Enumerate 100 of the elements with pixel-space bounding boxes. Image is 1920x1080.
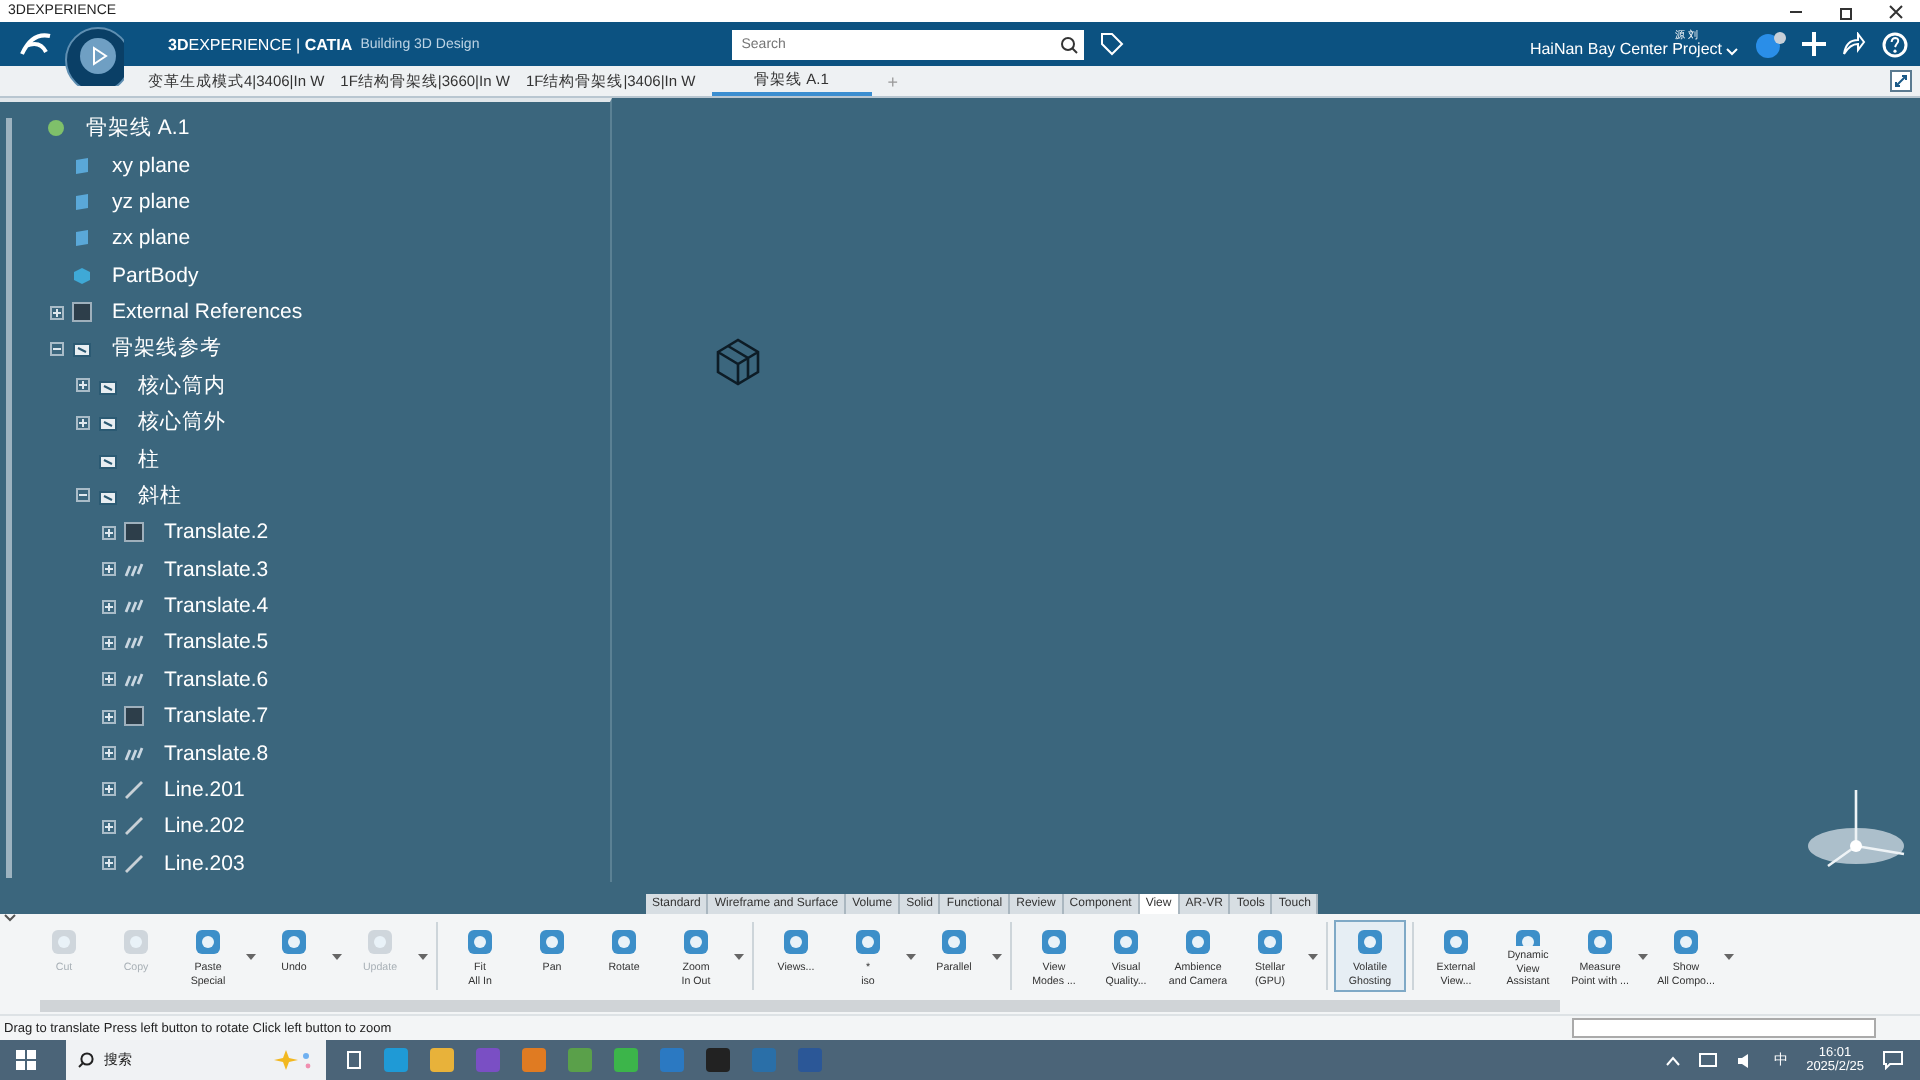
caret-icon[interactable]	[332, 953, 342, 959]
windows-icon[interactable]	[16, 1050, 36, 1070]
tree-item[interactable]: yz plane	[112, 189, 191, 214]
tool-icon	[1110, 926, 1142, 958]
body-icon	[72, 265, 92, 286]
expand-toggle-icon[interactable]	[102, 782, 116, 797]
add-icon[interactable]	[1802, 32, 1826, 56]
tool-icon	[1584, 926, 1616, 958]
tool-icon	[1512, 926, 1544, 947]
plane-icon	[72, 191, 92, 212]
tool-icon	[1670, 926, 1702, 958]
caret-icon[interactable]	[1638, 953, 1648, 959]
tree-item[interactable]: 核心筒外	[138, 408, 226, 437]
restore-icon[interactable]	[1838, 3, 1854, 19]
tool-icon	[608, 926, 640, 958]
network-icon[interactable]	[1698, 1051, 1719, 1069]
collapse-toggle-icon[interactable]	[50, 341, 64, 356]
tool-icon	[1354, 926, 1386, 958]
caret-icon[interactable]	[4, 914, 16, 922]
line-icon	[124, 779, 144, 800]
translate-icon	[124, 559, 144, 580]
caret-icon[interactable]	[992, 953, 1002, 959]
tree-item[interactable]: 柱	[138, 445, 160, 474]
tree-item[interactable]: Line.201	[164, 777, 245, 802]
translate-icon	[124, 596, 144, 617]
caret-icon[interactable]	[1308, 953, 1318, 959]
line-icon	[124, 853, 144, 874]
command-field[interactable]	[1572, 1018, 1876, 1038]
expand-toggle-icon[interactable]	[76, 415, 90, 430]
tree-item[interactable]: Line.203	[164, 851, 245, 876]
tree-item[interactable]: Translate.8	[164, 741, 269, 766]
help-icon[interactable]	[1882, 31, 1908, 57]
scrollbar[interactable]	[6, 118, 12, 878]
tree-item[interactable]: zx plane	[112, 226, 191, 251]
tree-item[interactable]: PartBody	[112, 263, 199, 288]
tree-item[interactable]: External References	[112, 300, 303, 325]
expand-toggle-icon[interactable]	[50, 305, 64, 320]
tool-icon	[48, 926, 80, 958]
expand-toggle-icon[interactable]	[102, 672, 116, 687]
task-view-icon[interactable]	[344, 1050, 364, 1070]
geoset-icon	[98, 485, 118, 506]
app-icon[interactable]	[704, 1046, 732, 1074]
tree-item[interactable]: Translate.4	[164, 594, 269, 619]
tag-icon[interactable]	[1099, 32, 1124, 56]
tool-icon	[278, 926, 310, 958]
part-icon	[46, 118, 66, 139]
expand-toggle-icon[interactable]	[102, 562, 116, 577]
avatar-icon[interactable]	[1754, 30, 1786, 58]
caret-icon[interactable]	[734, 953, 744, 959]
geoset-icon	[72, 338, 92, 359]
reference-icon	[72, 302, 92, 323]
tool-icon	[536, 926, 568, 958]
tool-icon	[780, 926, 812, 958]
tree-item[interactable]: 斜柱	[138, 481, 182, 510]
tree-item[interactable]: 骨架线参考	[112, 334, 222, 363]
tree-item[interactable]: Translate.5	[164, 630, 269, 655]
tree-item[interactable]: Translate.2	[164, 520, 269, 545]
notification-icon[interactable]	[1882, 1050, 1904, 1070]
caret-icon[interactable]	[1724, 953, 1734, 959]
chevron-icon[interactable]	[1666, 1055, 1681, 1065]
caret-icon[interactable]	[906, 953, 916, 959]
tree-item[interactable]: 骨架线 A.1	[86, 114, 190, 143]
plane-icon	[72, 155, 92, 176]
tree-item[interactable]: xy plane	[112, 153, 191, 178]
tool-icon	[852, 926, 884, 958]
share-icon[interactable]	[1842, 32, 1866, 56]
collapse-icon[interactable]	[1890, 70, 1912, 92]
expand-toggle-icon[interactable]	[76, 378, 90, 393]
expand-toggle-icon[interactable]	[102, 525, 116, 540]
tool-icon	[120, 926, 152, 958]
expand-toggle-icon[interactable]	[102, 856, 116, 871]
expand-toggle-icon[interactable]	[102, 709, 116, 724]
caret-icon[interactable]	[246, 953, 256, 959]
translate-icon	[124, 632, 144, 653]
logo-icon[interactable]	[16, 28, 56, 60]
tree-item[interactable]: Translate.6	[164, 667, 269, 692]
reference-icon	[124, 522, 144, 543]
expand-toggle-icon[interactable]	[102, 599, 116, 614]
app-icon[interactable]	[428, 1046, 456, 1074]
tree-item[interactable]: Translate.7	[164, 704, 269, 729]
translate-icon	[124, 743, 144, 764]
sparkle-icon	[274, 1050, 314, 1070]
close-icon[interactable]	[1888, 3, 1904, 19]
expand-toggle-icon[interactable]	[102, 635, 116, 650]
brand-title: 3DEXPERIENCE | CATIA	[168, 35, 353, 53]
geoset-icon	[98, 375, 118, 396]
tree-item[interactable]: Translate.3	[164, 557, 269, 582]
tool-icon	[1440, 926, 1472, 958]
translate-icon	[124, 669, 144, 690]
tree-item[interactable]: 核心筒内	[138, 371, 226, 400]
search-button[interactable]	[1055, 29, 1084, 59]
tree-item[interactable]: Line.202	[164, 814, 245, 839]
expand-toggle-icon[interactable]	[102, 819, 116, 834]
scrollbar[interactable]	[40, 1000, 1560, 1012]
project-selector[interactable]: HaiNan Bay Center Project	[1529, 41, 1722, 57]
geoset-icon	[98, 412, 118, 433]
tool-icon	[680, 926, 712, 958]
expand-toggle-icon[interactable]	[102, 746, 116, 761]
tool-icon	[364, 926, 396, 958]
collapse-toggle-icon[interactable]	[76, 488, 90, 503]
